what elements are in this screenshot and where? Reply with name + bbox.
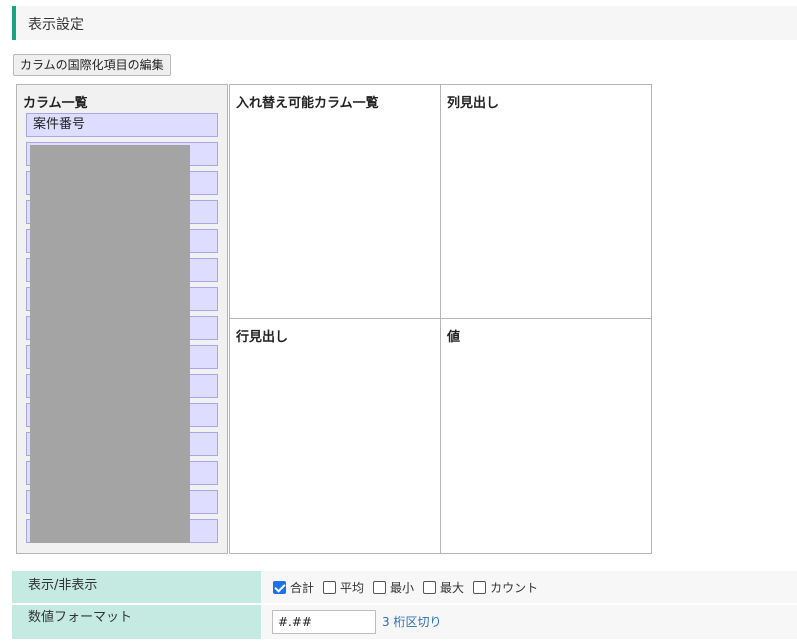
display-option-checkbox[interactable] [323, 580, 337, 594]
display-option-label: カウント [490, 580, 539, 595]
display-option-checkbox[interactable] [473, 580, 487, 594]
display-options: 合計 平均 最小 最大 カウント [273, 571, 547, 603]
display-setting-row: 表示/非表示 合計 平均 最小 最大 カウント [12, 571, 797, 603]
display-option-label: 合計 [290, 580, 315, 595]
row-headers-title: 行見出し [236, 330, 289, 345]
pivot-layout-grid: 入れ替え可能カラム一覧 列見出し 行見出し 値 [229, 84, 652, 554]
display-option-checkbox[interactable] [373, 580, 387, 594]
edit-column-i18n-button[interactable]: カラムの国際化項目の編集 [13, 54, 171, 76]
column-headers-title: 列見出し [447, 96, 500, 111]
swappable-columns-dropzone[interactable]: 入れ替え可能カラム一覧 [230, 85, 441, 319]
display-option-checkbox[interactable] [423, 580, 437, 594]
column-list-title: カラム一覧 [23, 96, 88, 111]
values-dropzone[interactable]: 値 [441, 319, 651, 553]
number-format-cell: #.## 3 桁区切り [261, 605, 797, 639]
redacted-area [30, 145, 190, 543]
row-headers-dropzone[interactable]: 行見出し [230, 319, 441, 553]
display-options-cell: 合計 平均 最小 最大 カウント [261, 571, 797, 603]
column-item[interactable]: 案件番号 [26, 113, 218, 137]
thousands-separator-link[interactable]: 3 桁区切り [382, 613, 441, 630]
column-headers-dropzone[interactable]: 列見出し [441, 85, 651, 319]
section-header: 表示設定 [12, 6, 797, 40]
display-label: 表示/非表示 [12, 571, 261, 603]
display-option-label: 平均 [340, 580, 365, 595]
number-format-label: 数値フォーマット [12, 605, 261, 639]
column-list-panel: カラム一覧 案件番号 [16, 84, 228, 554]
values-title: 値 [447, 330, 461, 345]
display-option-label: 最大 [440, 580, 465, 595]
display-option-checkbox[interactable] [273, 580, 286, 594]
section-title: 表示設定 [28, 17, 84, 33]
number-format-row: 数値フォーマット #.## 3 桁区切り [12, 605, 797, 639]
swappable-columns-title: 入れ替え可能カラム一覧 [236, 96, 379, 111]
number-format-input[interactable]: #.## [272, 610, 376, 634]
display-option-label: 最小 [390, 580, 415, 595]
